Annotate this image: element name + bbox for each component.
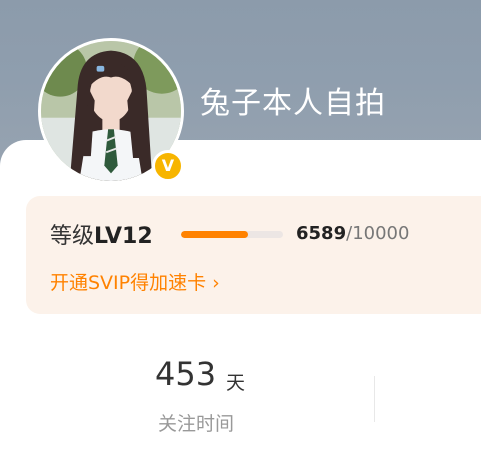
progress-max: 10000 xyxy=(352,223,410,244)
level-label: 等级LV12 xyxy=(50,218,153,250)
level-progress-text: 6589/10000 xyxy=(296,223,409,244)
stats-divider xyxy=(374,376,375,422)
svip-link-label: 开通SVIP得加速卡 xyxy=(50,272,207,294)
follow-days-label: 关注时间 xyxy=(158,413,235,435)
chevron-right-icon: › xyxy=(212,272,220,294)
follow-days-value: 453 xyxy=(155,355,217,393)
username: 兔子本人自拍 xyxy=(200,86,386,121)
progress-current: 6589 xyxy=(296,223,347,244)
level-prefix: 等级 xyxy=(50,224,95,249)
level-card: 等级LV12 6589/10000 开通SVIP得加速卡 › xyxy=(26,196,481,314)
follow-days-unit: 天 xyxy=(226,372,246,394)
level-progress-fill xyxy=(181,231,249,238)
svip-upgrade-link[interactable]: 开通SVIP得加速卡 › xyxy=(50,268,220,295)
verified-badge-letter: V xyxy=(161,156,175,175)
level-value: LV12 xyxy=(94,224,153,249)
verified-badge-icon: V xyxy=(152,150,184,182)
level-progress-bar xyxy=(181,231,283,238)
